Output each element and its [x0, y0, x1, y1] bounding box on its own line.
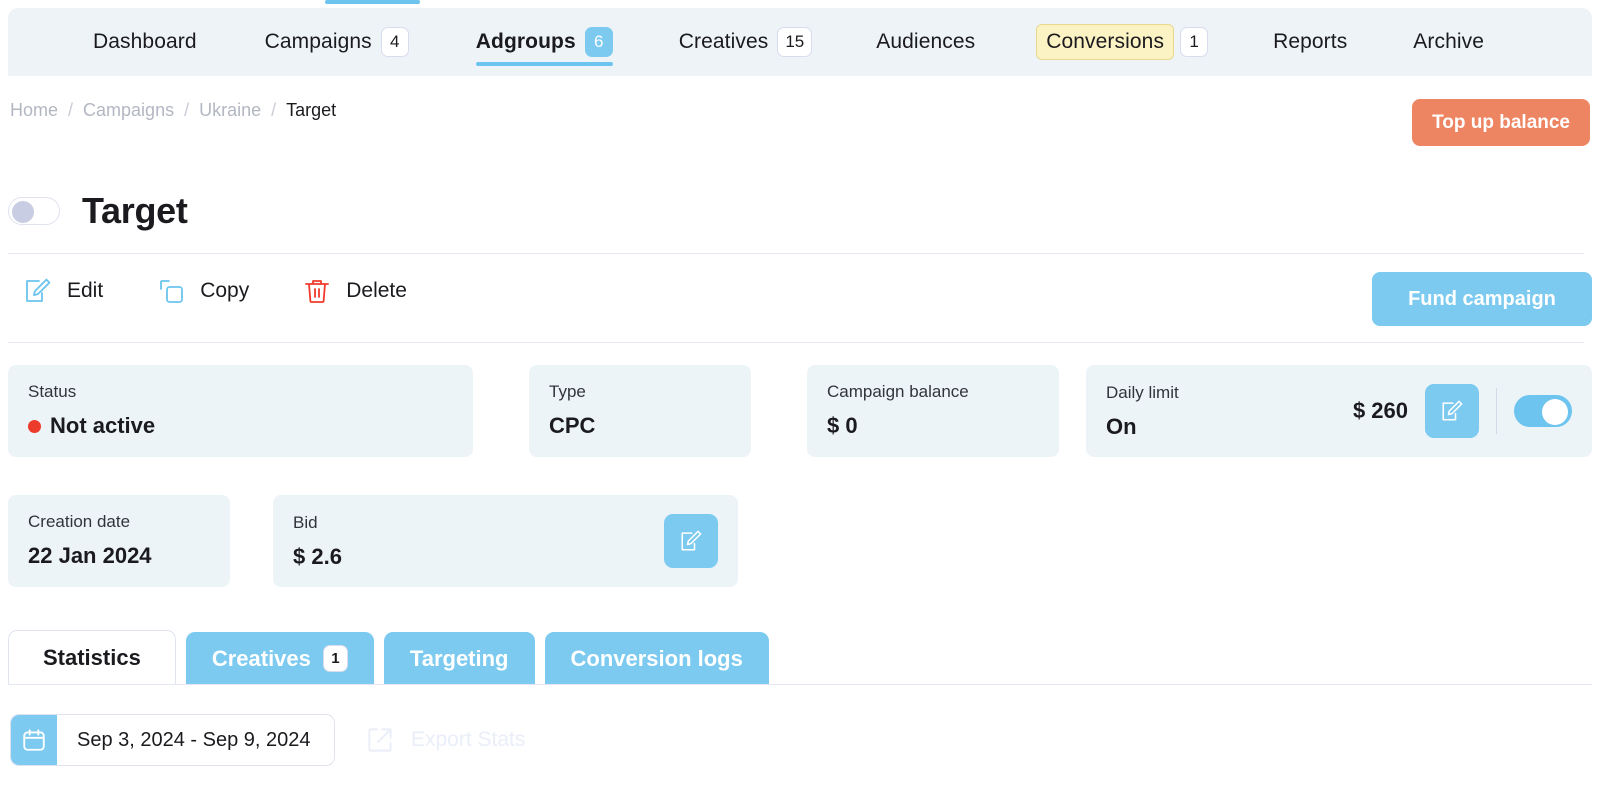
campaign-balance-value: $ 0 — [827, 413, 858, 438]
export-stats-label: Export Stats — [411, 728, 526, 751]
daily-limit-info: Daily limit On — [1106, 383, 1353, 440]
breadcrumb-separator: / — [271, 100, 277, 120]
status-value: Not active — [50, 413, 156, 438]
export-stats-button[interactable]: Export Stats — [363, 723, 525, 757]
nav-label: Audiences — [876, 30, 976, 53]
adgroup-enable-toggle[interactable] — [8, 197, 60, 225]
delete-label: Delete — [346, 279, 407, 302]
daily-limit-value: On — [1106, 413, 1137, 439]
stats-toolbar: Sep 3, 2024 - Sep 9, 2024 Export Stats — [10, 714, 525, 766]
breadcrumb-item-home[interactable]: Home — [10, 100, 58, 121]
breadcrumb: Home / Campaigns / Ukraine / Target — [10, 100, 336, 121]
campaign-balance-card: Campaign balance $ 0 — [807, 365, 1059, 457]
nav-label: Creatives — [678, 30, 769, 53]
status-dot-icon — [28, 419, 41, 433]
edit-bid-button[interactable] — [664, 514, 718, 568]
nav-item-archive[interactable]: Archive — [1413, 8, 1484, 76]
type-card: Type CPC — [529, 365, 751, 457]
nav-label: Adgroups — [475, 30, 576, 53]
nav-label: Reports — [1273, 30, 1348, 53]
nav-item-creatives[interactable]: Creatives 15 — [679, 8, 813, 76]
status-label: Status — [28, 382, 77, 401]
campaign-balance-label: Campaign balance — [827, 382, 969, 401]
daily-limit-toggle[interactable] — [1514, 395, 1572, 427]
bid-card: Bid $ 2.6 — [273, 495, 738, 587]
scroll-indicator — [325, 0, 420, 4]
nav-item-campaigns[interactable]: Campaigns 4 — [265, 8, 409, 76]
edit-button[interactable]: Edit — [22, 275, 103, 307]
tab-creatives[interactable]: Creatives 1 — [185, 632, 374, 685]
calendar-icon — [11, 715, 57, 765]
edit-icon — [1442, 400, 1463, 421]
date-range-value: Sep 3, 2024 - Sep 9, 2024 — [77, 728, 311, 751]
tab-label: Targeting — [409, 645, 509, 671]
tab-label: Conversion logs — [570, 645, 743, 671]
breadcrumb-item-target: Target — [286, 100, 337, 120]
nav-label: Campaigns — [264, 30, 372, 53]
tab-conversion-logs[interactable]: Conversion logs — [544, 632, 769, 685]
edit-daily-limit-button[interactable] — [1425, 384, 1479, 438]
nav-item-adgroups[interactable]: Adgroups 6 — [475, 8, 613, 76]
divider-vertical — [1496, 388, 1497, 434]
daily-limit-amount: $ 260 — [1352, 398, 1408, 423]
breadcrumb-item-ukraine[interactable]: Ukraine — [199, 100, 261, 121]
edit-label: Edit — [67, 279, 104, 302]
page-title: Target — [82, 190, 188, 231]
type-value: CPC — [549, 413, 596, 438]
date-range-picker[interactable]: Sep 3, 2024 - Sep 9, 2024 — [10, 714, 335, 766]
nav-item-dashboard[interactable]: Dashboard — [93, 8, 197, 76]
nav-label: Archive — [1413, 30, 1485, 53]
copy-label: Copy — [200, 279, 250, 302]
nav-item-audiences[interactable]: Audiences — [876, 8, 975, 76]
edit-icon — [681, 530, 702, 551]
nav-label: Dashboard — [93, 30, 197, 53]
nav-label: Conversions — [1036, 24, 1175, 60]
nav-badge-creatives: 15 — [777, 27, 813, 57]
nav-badge-conversions: 1 — [1180, 27, 1209, 57]
tab-label: Statistics — [43, 644, 141, 670]
bid-info: Bid $ 2.6 — [293, 513, 664, 570]
top-up-balance-button[interactable]: Top up balance — [1412, 99, 1590, 146]
tab-badge-creatives: 1 — [322, 645, 348, 672]
copy-button[interactable]: Copy — [155, 275, 249, 307]
creation-date-card: Creation date 22 Jan 2024 — [8, 495, 230, 587]
external-link-icon — [368, 728, 392, 752]
nav-badge-adgroups: 6 — [584, 27, 613, 57]
breadcrumb-item-campaigns[interactable]: Campaigns — [83, 100, 174, 121]
copy-icon — [160, 280, 184, 303]
main-navigation: Dashboard Campaigns 4 Adgroups 6 Creativ… — [8, 8, 1592, 76]
nav-item-conversions[interactable]: Conversions 1 — [1036, 8, 1209, 76]
creation-date-label: Creation date — [28, 512, 131, 531]
divider-top — [8, 253, 1584, 254]
delete-button[interactable]: Delete — [301, 275, 407, 307]
trash-icon — [305, 280, 330, 303]
page-title-row: Target — [8, 190, 188, 232]
tab-targeting[interactable]: Targeting — [383, 632, 535, 685]
fund-campaign-button[interactable]: Fund campaign — [1372, 272, 1592, 326]
content-tabs: Statistics Creatives 1 Targeting Convers… — [8, 630, 769, 685]
breadcrumb-separator: / — [184, 100, 190, 120]
action-bar: Edit Copy Delete — [22, 275, 407, 307]
daily-limit-card: Daily limit On $ 260 — [1086, 365, 1592, 457]
nav-badge-campaigns: 4 — [380, 27, 409, 57]
daily-limit-label: Daily limit — [1106, 382, 1179, 402]
breadcrumb-separator: / — [68, 100, 74, 120]
toggle-knob — [1542, 399, 1568, 425]
type-label: Type — [549, 382, 586, 401]
status-value-row: Not active — [28, 413, 453, 439]
daily-limit-controls: $ 260 — [1353, 384, 1572, 438]
bid-label: Bid — [293, 512, 318, 532]
creation-date-value: 22 Jan 2024 — [28, 543, 152, 568]
divider-tabs — [8, 684, 1592, 685]
bid-value: $ 2.6 — [293, 543, 342, 569]
toggle-knob — [12, 201, 34, 223]
divider-actions — [8, 342, 1584, 343]
tab-statistics[interactable]: Statistics — [8, 630, 176, 685]
tab-label: Creatives — [211, 645, 311, 671]
status-card: Status Not active — [8, 365, 473, 457]
edit-icon — [26, 278, 51, 302]
nav-item-reports[interactable]: Reports — [1273, 8, 1347, 76]
